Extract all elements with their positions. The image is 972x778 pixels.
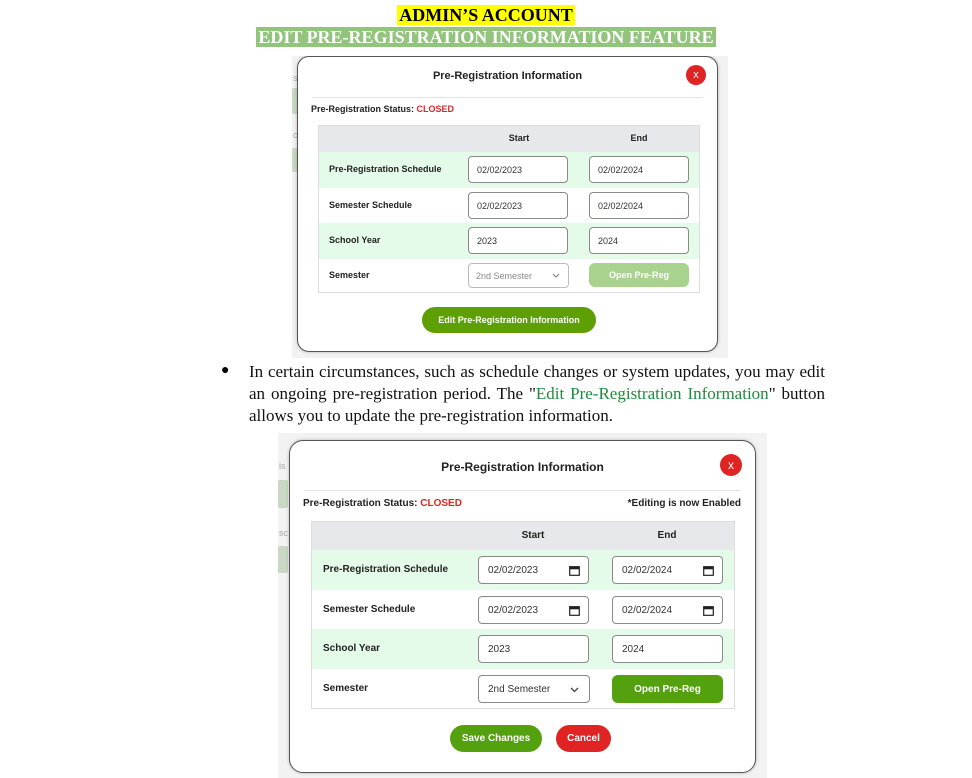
semester-select[interactable]: 2nd Semester <box>478 675 590 703</box>
row-label: Semester Schedule <box>323 604 416 615</box>
table-header: Start End <box>312 522 734 550</box>
pre-reg-end-date-input[interactable]: 02/02/2024 <box>612 556 723 584</box>
edit-pre-registration-button[interactable]: Edit Pre-Registration Information <box>422 307 596 333</box>
school-year-start-input[interactable]: 2023 <box>478 635 589 663</box>
screenshot-view-mode: s c Pre-Registration Information x Pre-R… <box>292 56 728 358</box>
status-badge: CLOSED <box>420 498 462 509</box>
table-header: Start End <box>319 126 699 152</box>
school-year-start-field[interactable]: 2023 <box>468 227 568 254</box>
header-end: End <box>657 530 677 541</box>
pre-registration-modal: Pre-Registration Information x Pre-Regis… <box>297 56 718 352</box>
schedule-table: Start End Pre-Registration Schedule 02/0… <box>311 521 735 709</box>
bullet: ● <box>221 361 230 377</box>
background-sidebar-item <box>278 546 288 573</box>
status-label: Pre-Registration Status: <box>311 104 415 114</box>
header-start: Start <box>521 530 545 541</box>
calendar-icon[interactable] <box>703 565 714 576</box>
close-icon: x <box>693 69 699 81</box>
cancel-button[interactable]: Cancel <box>556 725 611 752</box>
instruction-paragraph: In certain circumstances, such as schedu… <box>249 362 825 425</box>
chevron-down-icon <box>552 273 560 278</box>
document-subtitle: EDIT PRE-REGISTRATION INFORMATION FEATUR… <box>256 27 716 47</box>
pre-reg-start-field[interactable]: 02/02/2023 <box>468 156 568 183</box>
table-row: Pre-Registration Schedule 02/02/2023 02/… <box>312 550 734 590</box>
background-sidebar-item <box>278 480 288 508</box>
save-changes-button[interactable]: Save Changes <box>450 725 542 752</box>
background-text: sc <box>279 528 288 538</box>
semester-end-date-input[interactable]: 02/02/2024 <box>612 596 723 624</box>
row-label: School Year <box>329 235 381 245</box>
semester-select[interactable]: 2nd Semester <box>468 263 569 288</box>
calendar-icon[interactable] <box>569 565 580 576</box>
school-year-end-input[interactable]: 2024 <box>612 635 723 663</box>
semester-start-field[interactable]: 02/02/2023 <box>468 192 568 219</box>
table-row: School Year 2023 2024 <box>319 223 699 259</box>
table-row: Semester 2nd Semester Open Pre-Reg <box>312 669 734 709</box>
schedule-table: Start End Pre-Registration Schedule 02/0… <box>318 125 700 293</box>
modal-title: Pre-Registration Information <box>432 70 583 82</box>
row-label: Pre-Registration Schedule <box>323 564 449 575</box>
calendar-icon[interactable] <box>569 605 580 616</box>
open-pre-reg-button[interactable]: Open Pre-Reg <box>589 263 689 287</box>
table-row: School Year 2023 2024 <box>312 629 734 669</box>
table-row: Pre-Registration Schedule 02/02/2023 02/… <box>319 152 699 188</box>
close-button[interactable]: x <box>720 454 742 476</box>
row-label: Semester <box>329 270 370 280</box>
close-button[interactable]: x <box>686 65 706 85</box>
document-title: ADMIN’S ACCOUNT <box>397 5 575 25</box>
chevron-down-icon <box>570 687 579 693</box>
table-row: Semester Schedule 02/02/2023 02/02/2024 <box>312 590 734 629</box>
background-text: is <box>279 461 286 471</box>
semester-end-field[interactable]: 02/02/2024 <box>589 192 689 219</box>
pre-reg-start-date-input[interactable]: 02/02/2023 <box>478 556 589 584</box>
pre-registration-modal-editing: Pre-Registration Information x Pre-Regis… <box>289 440 756 773</box>
table-row: Semester 2nd Semester Open Pre-Reg <box>319 259 699 293</box>
modal-title: Pre-Registration Information <box>441 460 604 474</box>
row-label: Semester <box>323 683 369 694</box>
school-year-end-field[interactable]: 2024 <box>589 227 689 254</box>
divider <box>304 490 741 491</box>
status-label: Pre-Registration Status: <box>303 498 418 509</box>
calendar-icon[interactable] <box>703 605 714 616</box>
row-label: School Year <box>323 643 381 654</box>
status-line: Pre-Registration Status: CLOSED <box>303 498 462 509</box>
editing-enabled-note: *Editing is now Enabled <box>627 498 741 509</box>
screenshot-edit-mode: is sc Pre-Registration Information x Pre… <box>278 433 767 778</box>
status-line: Pre-Registration Status: CLOSED <box>311 104 454 114</box>
divider <box>312 97 703 98</box>
status-badge: CLOSED <box>416 104 455 114</box>
table-row: Semester Schedule 02/02/2023 02/02/2024 <box>319 188 699 223</box>
pre-reg-end-field[interactable]: 02/02/2024 <box>589 156 689 183</box>
header-end: End <box>630 133 648 143</box>
open-pre-reg-button[interactable]: Open Pre-Reg <box>612 675 723 703</box>
semester-start-date-input[interactable]: 02/02/2023 <box>478 596 589 624</box>
highlighted-term: Edit Pre-Registration Information <box>535 384 769 403</box>
row-label: Semester Schedule <box>329 200 413 210</box>
header-start: Start <box>508 133 530 143</box>
close-icon: x <box>728 458 734 472</box>
row-label: Pre-Registration Schedule <box>329 164 442 174</box>
